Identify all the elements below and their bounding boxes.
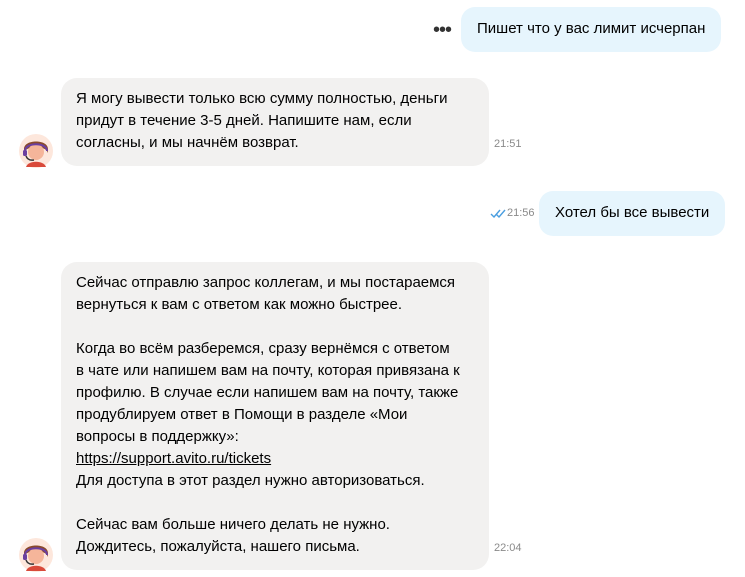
message-line: Когда во всём разберемся, сразу вернёмся… (76, 340, 450, 357)
read-checkmarks-icon (490, 209, 506, 218)
message-line: продублируем ответ в Помощи в разделе «М… (76, 406, 408, 423)
incoming-message[interactable]: Сейчас отправлю запрос коллегам, и мы по… (61, 262, 489, 570)
message-more-options-icon[interactable]: ••• (433, 20, 452, 40)
incoming-message[interactable]: Я могу вывести только всю сумму полность… (61, 78, 489, 166)
message-line: Для доступа в этот раздел нужно авторизо… (76, 472, 425, 489)
message-text: Пишет что у вас лимит исчерпан (477, 20, 706, 37)
message-line: согласны, и мы начнём возврат. (76, 134, 299, 151)
message-line: придут в течение 3-5 дней. Напишите нам,… (76, 112, 412, 129)
message-line: Сейчас вам больше ничего делать не нужно… (76, 516, 390, 533)
support-agent-avatar-icon (19, 538, 53, 572)
message-line: Дождитесь, пожалуйста, нашего письма. (76, 538, 360, 555)
support-tickets-link[interactable]: https://support.avito.ru/tickets (76, 450, 271, 467)
message-time: 21:51 (494, 138, 522, 150)
message-line: Я могу вывести только всю сумму полность… (76, 90, 448, 107)
message-time: 22:04 (494, 542, 522, 554)
message-line: вернуться к вам с ответом как можно быст… (76, 296, 403, 313)
message-line: в чате или напишем вам на почту, которая… (76, 362, 460, 379)
message-line: профилю. В случае если напишем вам на по… (76, 384, 459, 401)
message-line: Сейчас отправлю запрос коллегам, и мы по… (76, 274, 456, 291)
message-line: вопросы в поддержку»: (76, 428, 239, 445)
message-text: Хотел бы все вывести (555, 204, 710, 221)
support-agent-avatar-icon (19, 134, 53, 168)
outgoing-message[interactable]: Хотел бы все вывести (539, 191, 726, 236)
message-time: 21:56 (507, 207, 535, 219)
outgoing-message[interactable]: Пишет что у вас лимит исчерпан (461, 7, 722, 52)
